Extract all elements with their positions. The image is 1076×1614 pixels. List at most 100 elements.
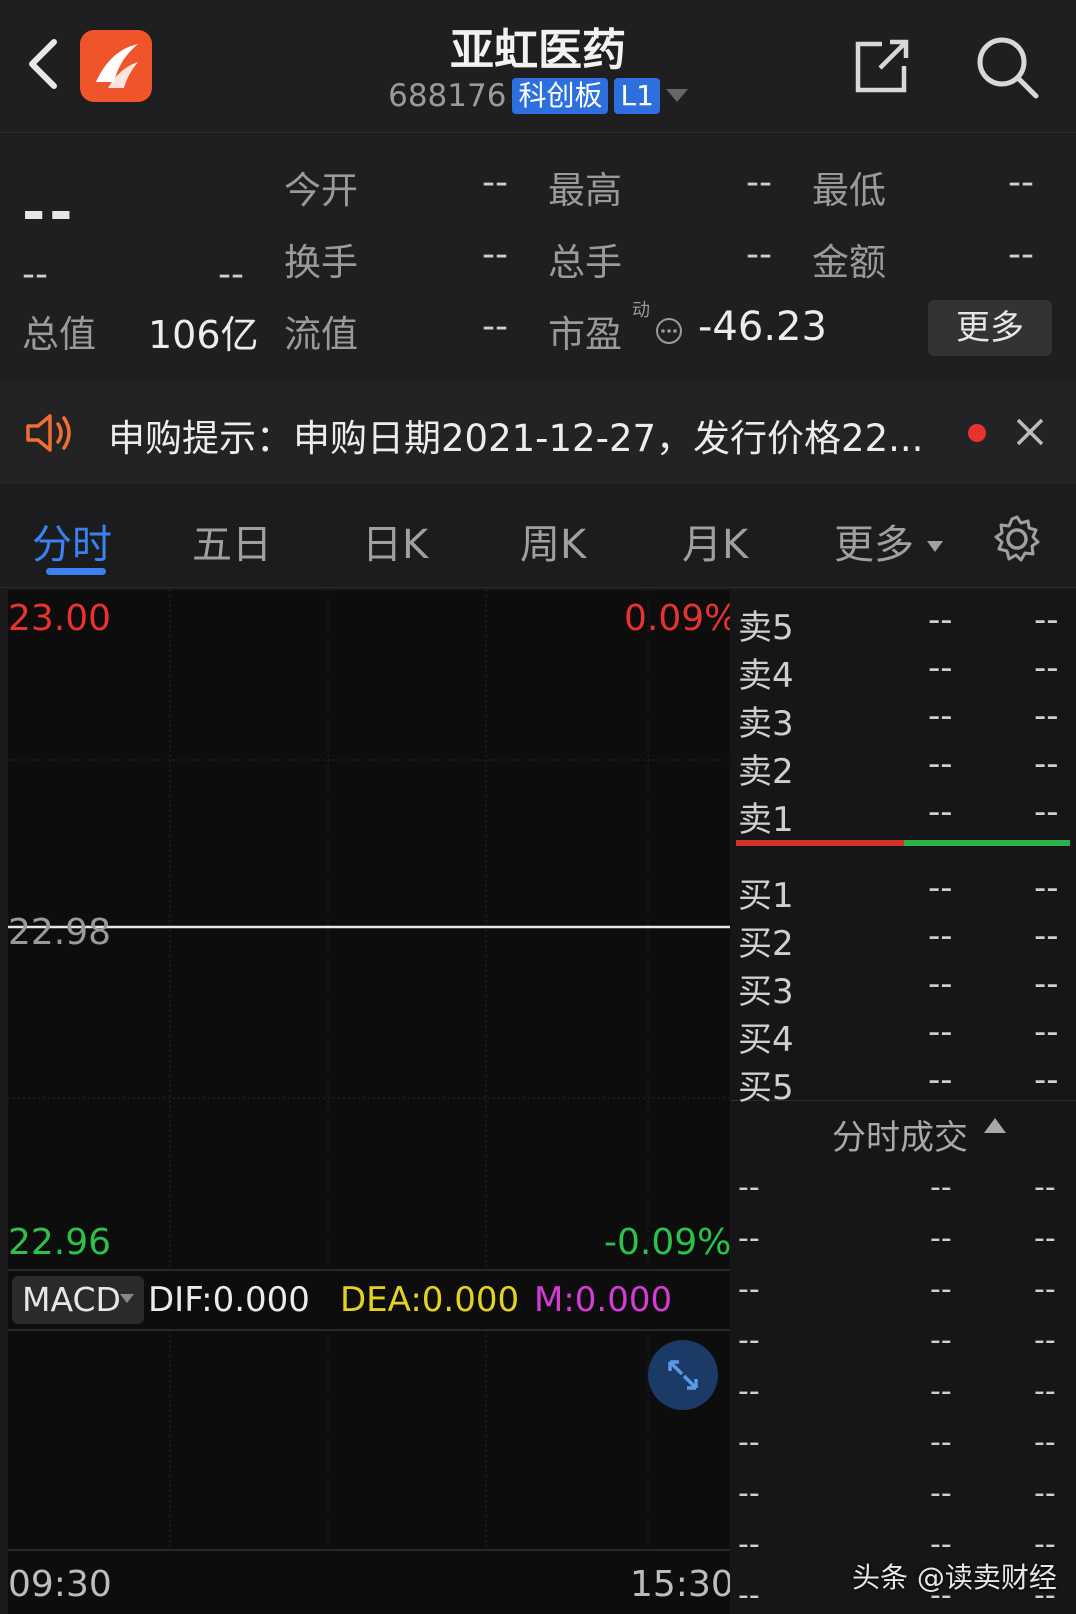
caret-down-icon xyxy=(926,541,943,552)
ask-volume: -- xyxy=(1034,648,1059,688)
trade-time: -- xyxy=(738,1476,760,1511)
board-tag: 科创板 xyxy=(512,78,609,114)
trades-title[interactable]: 分时成交 xyxy=(832,1110,968,1159)
macd-dif: DIF:0.000 xyxy=(148,1280,310,1320)
share-icon[interactable] xyxy=(852,38,912,96)
float-value-label: 流值 xyxy=(284,313,358,356)
total-value-label: 总值 xyxy=(22,313,96,356)
level-tag: L1 xyxy=(614,78,660,114)
trade-price: -- xyxy=(930,1323,952,1358)
bid-volume: -- xyxy=(1034,1060,1059,1100)
bid-ratio-bar xyxy=(904,840,1070,846)
volume-label: 总手 xyxy=(548,241,622,284)
trade-price: -- xyxy=(930,1476,952,1511)
bid-price: -- xyxy=(928,1012,953,1052)
trade-volume: -- xyxy=(1034,1425,1056,1460)
bid-volume: -- xyxy=(1034,964,1059,1004)
trade-volume: -- xyxy=(1034,1221,1056,1256)
tab-more[interactable]: 更多 xyxy=(834,512,943,570)
ask-level-label: 卖5 xyxy=(738,608,794,648)
tab-monthly-k[interactable]: 月K xyxy=(682,512,748,570)
price-axis-mid: 22.98 xyxy=(8,912,112,953)
tab-daily-k[interactable]: 日K xyxy=(362,512,428,570)
close-icon[interactable] xyxy=(1014,416,1046,448)
gear-icon[interactable] xyxy=(992,514,1042,564)
trade-time: -- xyxy=(738,1170,760,1205)
amount-label: 金额 xyxy=(812,241,886,284)
ask-level-label: 卖2 xyxy=(738,752,794,792)
trade-volume: -- xyxy=(1034,1476,1056,1511)
high-value: -- xyxy=(746,162,772,203)
ask-volume: -- xyxy=(1034,744,1059,784)
unread-dot xyxy=(968,424,986,442)
tab-five-day[interactable]: 五日 xyxy=(192,512,272,570)
trade-price: -- xyxy=(930,1578,952,1613)
bid-level-label: 买1 xyxy=(738,876,794,916)
info-circle-icon[interactable] xyxy=(654,316,684,346)
total-value: 106亿 xyxy=(148,313,259,357)
stock-name: 亚虹医药 xyxy=(450,25,626,76)
trade-volume: -- xyxy=(1034,1323,1056,1358)
tab-more-label: 更多 xyxy=(834,522,914,568)
trade-volume: -- xyxy=(1034,1272,1056,1307)
tab-weekly-k[interactable]: 周K xyxy=(520,512,586,570)
float-value: -- xyxy=(482,306,508,347)
ask-volume: -- xyxy=(1034,600,1059,640)
trade-price: -- xyxy=(930,1527,952,1562)
trade-time: -- xyxy=(738,1221,760,1256)
bid-level-label: 买5 xyxy=(738,1068,794,1108)
pct-axis-high: 0.09% xyxy=(624,598,739,639)
bid-price: -- xyxy=(928,868,953,908)
stock-code: 688176 xyxy=(388,78,507,114)
bid-price: -- xyxy=(928,916,953,956)
bid-level-label: 买3 xyxy=(738,972,794,1012)
ask-volume: -- xyxy=(1034,696,1059,736)
bid-level-label: 买2 xyxy=(738,924,794,964)
indicator-label: MACD xyxy=(22,1280,121,1319)
trade-time: -- xyxy=(738,1374,760,1409)
turnover-label: 换手 xyxy=(284,241,358,284)
ask-level-label: 卖3 xyxy=(738,704,794,744)
ask-price: -- xyxy=(928,648,953,688)
watermark: 头条 @读卖财经 xyxy=(852,1561,1057,1594)
caret-down-icon xyxy=(120,1294,134,1303)
ask-level-label: 卖1 xyxy=(738,800,794,840)
trade-time: -- xyxy=(738,1272,760,1307)
trade-time: -- xyxy=(738,1323,760,1358)
tab-intraday[interactable]: 分时 xyxy=(32,512,112,570)
ask-price: -- xyxy=(928,696,953,736)
amount-value: -- xyxy=(1008,234,1034,275)
pe-value: -46.23 xyxy=(698,304,827,350)
bid-price: -- xyxy=(928,1060,953,1100)
ask-price: -- xyxy=(928,600,953,640)
macd-dea: DEA:0.000 xyxy=(340,1280,520,1320)
trade-volume: -- xyxy=(1034,1527,1056,1562)
trade-volume: -- xyxy=(1034,1374,1056,1409)
volume-value: -- xyxy=(746,234,772,275)
open-value: -- xyxy=(482,162,508,203)
ask-price: -- xyxy=(928,792,953,832)
macd-m: M:0.000 xyxy=(534,1280,673,1320)
open-label: 今开 xyxy=(284,169,358,212)
trade-price: -- xyxy=(930,1425,952,1460)
low-label: 最低 xyxy=(812,169,886,212)
bid-volume: -- xyxy=(1034,1012,1059,1052)
stock-code-line: 688176 科创板 L1 xyxy=(0,78,1076,114)
trade-volume: -- xyxy=(1034,1578,1056,1613)
caret-up-icon[interactable] xyxy=(984,1118,1006,1134)
tab-active-indicator xyxy=(46,568,106,575)
trade-price: -- xyxy=(930,1221,952,1256)
expand-icon xyxy=(668,1360,698,1390)
trade-price: -- xyxy=(930,1272,952,1307)
trade-price: -- xyxy=(930,1374,952,1409)
trade-price: -- xyxy=(930,1170,952,1205)
search-icon[interactable] xyxy=(974,34,1040,100)
ask-volume: -- xyxy=(1034,792,1059,832)
more-button[interactable]: 更多 xyxy=(928,300,1052,356)
caret-down-icon[interactable] xyxy=(665,89,688,103)
low-value: -- xyxy=(1008,162,1034,203)
fullscreen-button[interactable] xyxy=(648,1340,718,1410)
price-axis-high: 23.00 xyxy=(8,598,112,639)
bid-level-label: 买4 xyxy=(738,1020,794,1060)
pct-axis-low: -0.09% xyxy=(604,1222,732,1263)
